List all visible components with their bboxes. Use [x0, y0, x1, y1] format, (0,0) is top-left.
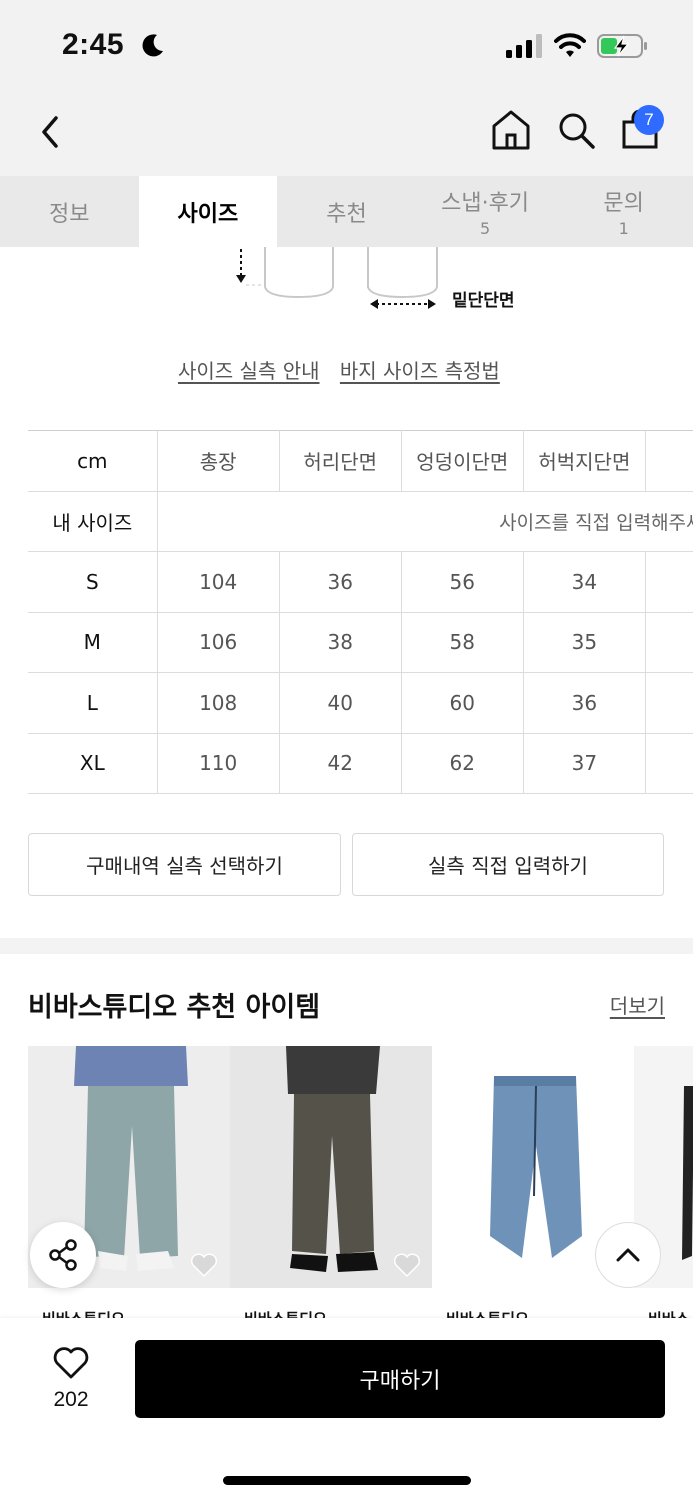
size-label: S — [28, 551, 158, 613]
see-more-link[interactable]: 더보기 — [610, 990, 665, 1019]
table-row: L 108 40 60 36 3 — [28, 672, 693, 734]
cellular-signal-icon — [506, 34, 542, 58]
table-cell: 3 — [644, 672, 693, 734]
size-guide-links: 사이즈 실측 안내 바지 사이즈 측정법 — [178, 355, 514, 384]
size-label: M — [28, 611, 158, 673]
my-size-label: 내 사이즈 — [28, 490, 158, 552]
table-row: S 104 36 56 34 2 — [28, 551, 693, 613]
table-cell: 62 — [400, 732, 524, 794]
table-cell: 35 — [522, 611, 646, 673]
table-row: XL 110 42 62 37 3 — [28, 732, 693, 794]
product-card[interactable]: 비바스튜디오 — [230, 1046, 432, 1318]
size-label: L — [28, 672, 158, 734]
tab-label: 문의 — [603, 191, 644, 216]
table-header: 총장 — [156, 430, 280, 492]
tab-inquiry[interactable]: 문의 1 — [554, 176, 693, 247]
my-size-input[interactable]: 사이즈를 직접 입력해주세요 — [156, 490, 693, 552]
product-brand: 비바스튜디오 — [446, 1308, 634, 1318]
back-arrow-icon[interactable] — [34, 110, 68, 154]
scroll-to-top-button[interactable] — [595, 1222, 661, 1288]
direct-size-input-button[interactable]: 실측 직접 입력하기 — [352, 833, 664, 896]
table-cell: 110 — [156, 732, 280, 794]
status-bar: 2:45 — [0, 0, 693, 90]
tab-count: 1 — [618, 219, 629, 238]
table-cell: 56 — [400, 551, 524, 613]
product-brand: 비바스 — [648, 1308, 693, 1318]
tab-label: 스냅·후기 — [441, 191, 530, 216]
share-icon — [49, 1239, 77, 1271]
table-cell: 3 — [644, 732, 693, 794]
product-brand: 비바스튜디오 — [42, 1308, 230, 1318]
product-tabs: 정보 사이즈 추천 스냅·후기 5 문의 1 — [0, 176, 693, 247]
table-header: cm — [28, 430, 158, 492]
table-cell: 104 — [156, 551, 280, 613]
table-header: 허벅지단면 — [522, 430, 646, 492]
tab-label: 추천 — [326, 201, 367, 227]
product-brand: 비바스튜디오 — [244, 1308, 432, 1318]
pants-measure-link[interactable]: 바지 사이즈 측정법 — [340, 359, 500, 383]
table-cell: 37 — [522, 732, 646, 794]
tab-info[interactable]: 정보 — [0, 176, 139, 247]
tab-label: 정보 — [49, 201, 90, 227]
heart-icon[interactable] — [393, 1252, 421, 1278]
size-guide-link[interactable]: 사이즈 실측 안내 — [178, 359, 320, 383]
wifi-icon — [554, 33, 586, 57]
table-cell: 36 — [522, 672, 646, 734]
table-cell: 3 — [644, 611, 693, 673]
home-icon[interactable] — [490, 108, 532, 152]
heart-outline-icon — [53, 1347, 89, 1379]
diagram-label-hem: 밑단단면 — [452, 291, 515, 311]
table-cell: 58 — [400, 611, 524, 673]
status-time: 2:45 — [62, 28, 125, 61]
table-row: M 106 38 58 35 3 — [28, 611, 693, 673]
tab-count: 5 — [479, 219, 491, 238]
table-cell: 40 — [278, 672, 402, 734]
like-count: 202 — [53, 1388, 89, 1411]
like-button[interactable]: 202 — [40, 1346, 102, 1412]
buy-button[interactable]: 구매하기 — [135, 1340, 665, 1418]
tab-size[interactable]: 사이즈 — [138, 176, 278, 247]
table-cell: 36 — [278, 551, 402, 613]
share-button[interactable] — [30, 1222, 96, 1288]
bottom-purchase-bar: 202 구매하기 — [0, 1318, 693, 1500]
recommend-section-title: 비바스튜디오 추천 아이템 — [28, 992, 321, 1023]
chevron-up-icon — [616, 1248, 640, 1262]
table-header-row: cm 총장 허리단면 엉덩이단면 허벅지단면 밑 — [28, 430, 693, 492]
size-label: XL — [28, 732, 158, 794]
size-table: cm 총장 허리단면 엉덩이단면 허벅지단면 밑 내 사이즈 사이즈를 직접 입… — [28, 430, 693, 794]
table-cell: 38 — [278, 611, 402, 673]
top-nav-bar: 7 — [0, 90, 693, 176]
tab-label: 사이즈 — [177, 201, 239, 227]
table-cell: 42 — [278, 732, 402, 794]
table-cell: 34 — [522, 551, 646, 613]
tab-recommend[interactable]: 추천 — [277, 176, 416, 247]
size-measurement-diagram — [236, 247, 438, 309]
search-icon[interactable] — [556, 110, 596, 150]
table-cell: 2 — [644, 551, 693, 613]
table-header: 허리단면 — [278, 430, 402, 492]
section-divider — [0, 938, 693, 954]
cart-count-badge: 7 — [634, 105, 664, 135]
table-cell: 106 — [156, 611, 280, 673]
battery-charging-icon — [597, 34, 647, 58]
table-cell: 60 — [400, 672, 524, 734]
table-cell: 108 — [156, 672, 280, 734]
moon-icon — [142, 34, 163, 57]
home-indicator — [223, 1476, 471, 1485]
tab-snap-review[interactable]: 스냅·후기 5 — [416, 176, 555, 247]
purchase-history-size-button[interactable]: 구매내역 실측 선택하기 — [28, 833, 341, 896]
my-size-row: 내 사이즈 사이즈를 직접 입력해주세요 — [28, 490, 693, 552]
table-header: 엉덩이단면 — [400, 430, 524, 492]
recommend-product-carousel: 비바스튜디오 비바스튜디오 비바스튜디오 비바스 — [28, 1046, 693, 1318]
heart-icon[interactable] — [190, 1252, 218, 1278]
table-header: 밑 — [644, 430, 693, 492]
